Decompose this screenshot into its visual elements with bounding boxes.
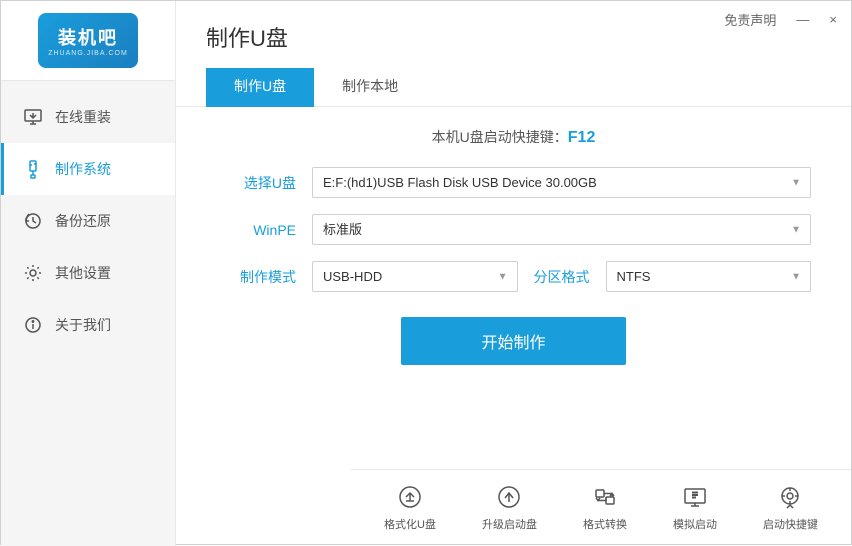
shortcut-key: F12 xyxy=(568,129,596,146)
bottom-toolbar: 格式化U盘 升级启动盘 xyxy=(351,469,851,544)
make-mode-select[interactable]: USB-HDD xyxy=(312,261,518,292)
partition-format-label: 分区格式 xyxy=(534,267,590,287)
tool-format-usb-label: 格式化U盘 xyxy=(384,516,436,532)
minimize-button[interactable]: — xyxy=(792,10,813,29)
tool-upgrade-boot[interactable]: 升级启动盘 xyxy=(482,482,537,532)
split-group: USB-HDD ▼ 分区格式 NTFS ▼ xyxy=(312,261,811,292)
sidebar-item-make-system[interactable]: 制作系统 xyxy=(1,143,175,195)
upgrade-boot-icon xyxy=(494,482,524,512)
main-content: 制作U盘 制作U盘 制作本地 本机U盘启动快捷键：F12 选择U盘 E:F:(h… xyxy=(176,1,851,544)
sidebar-label-make-system: 制作系统 xyxy=(55,159,111,179)
tool-format-convert[interactable]: 格式转换 xyxy=(583,482,627,532)
shortcut-hint-prefix: 本机U盘启动快捷键： xyxy=(432,129,568,145)
settings-icon xyxy=(21,261,45,285)
sidebar-item-other-settings[interactable]: 其他设置 xyxy=(1,247,175,299)
usb-icon xyxy=(21,157,45,181)
monitor-icon xyxy=(21,105,45,129)
close-button[interactable]: × xyxy=(825,10,841,29)
usb-select-wrapper: E:F:(hd1)USB Flash Disk USB Device 30.00… xyxy=(312,167,811,198)
sidebar-nav: 在线重装 制作系统 xyxy=(1,81,175,351)
usb-select[interactable]: E:F:(hd1)USB Flash Disk USB Device 30.00… xyxy=(312,167,811,198)
form-content: 本机U盘启动快捷键：F12 选择U盘 E:F:(hd1)USB Flash Di… xyxy=(176,107,851,405)
format-usb-icon xyxy=(395,482,425,512)
titlebar: 免责声明 — × xyxy=(720,1,851,37)
logo-area: 装机吧 ZHUANG.JIBA.COM xyxy=(1,1,175,81)
start-btn-row: 开始制作 xyxy=(216,317,811,365)
sidebar-label-other-settings: 其他设置 xyxy=(55,263,111,283)
sidebar-label-backup-restore: 备份还原 xyxy=(55,211,111,231)
tool-simulate-boot-label: 模拟启动 xyxy=(673,516,717,532)
simulate-boot-icon xyxy=(680,482,710,512)
format-convert-icon xyxy=(590,482,620,512)
titlebar-actions: 免责声明 — × xyxy=(720,8,841,31)
sidebar-item-backup-restore[interactable]: 备份还原 xyxy=(1,195,175,247)
sidebar-item-about-us[interactable]: 关于我们 xyxy=(1,299,175,351)
sidebar: 装机吧 ZHUANG.JIBA.COM 在线重装 xyxy=(1,1,176,546)
form-row-usb: 选择U盘 E:F:(hd1)USB Flash Disk USB Device … xyxy=(216,167,811,198)
tab-make-local[interactable]: 制作本地 xyxy=(314,68,426,107)
winpe-label: WinPE xyxy=(216,222,296,238)
make-mode-label: 制作模式 xyxy=(216,267,296,287)
select-usb-label: 选择U盘 xyxy=(216,173,296,193)
start-button[interactable]: 开始制作 xyxy=(401,317,625,365)
form-row-winpe: WinPE 标准版 ▼ xyxy=(216,214,811,245)
logo-text-cn: 装机吧 xyxy=(58,24,118,50)
tool-simulate-boot[interactable]: 模拟启动 xyxy=(673,482,717,532)
sidebar-label-online-reinstall: 在线重装 xyxy=(55,107,111,127)
logo-text-en: ZHUANG.JIBA.COM xyxy=(48,50,128,57)
partition-format-select[interactable]: NTFS xyxy=(606,261,812,292)
info-icon xyxy=(21,313,45,337)
tool-format-convert-label: 格式转换 xyxy=(583,516,627,532)
disclaimer-link[interactable]: 免责声明 xyxy=(720,8,780,31)
tab-make-usb[interactable]: 制作U盘 xyxy=(206,68,314,107)
shortcut-hint: 本机U盘启动快捷键：F12 xyxy=(216,127,811,147)
tool-boot-shortcut[interactable]: 启动快捷键 xyxy=(763,482,818,532)
winpe-select-wrapper: 标准版 ▼ xyxy=(312,214,811,245)
winpe-select[interactable]: 标准版 xyxy=(312,214,811,245)
logo: 装机吧 ZHUANG.JIBA.COM xyxy=(38,13,138,68)
boot-shortcut-icon xyxy=(775,482,805,512)
make-mode-wrapper: USB-HDD ▼ xyxy=(312,261,518,292)
sidebar-item-online-reinstall[interactable]: 在线重装 xyxy=(1,91,175,143)
sidebar-label-about-us: 关于我们 xyxy=(55,315,111,335)
backup-icon xyxy=(21,209,45,233)
tool-upgrade-boot-label: 升级启动盘 xyxy=(482,516,537,532)
tabs: 制作U盘 制作本地 xyxy=(206,68,821,106)
tool-format-usb[interactable]: 格式化U盘 xyxy=(384,482,436,532)
partition-format-wrapper: NTFS ▼ xyxy=(606,261,812,292)
form-row-mode: 制作模式 USB-HDD ▼ 分区格式 NTFS ▼ xyxy=(216,261,811,292)
tool-boot-shortcut-label: 启动快捷键 xyxy=(763,516,818,532)
